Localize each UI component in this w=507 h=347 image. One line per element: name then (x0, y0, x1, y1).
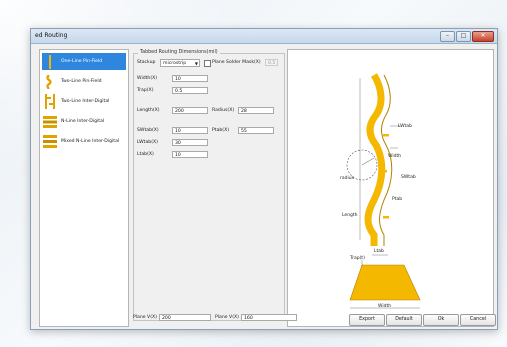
width-diagram-label: Width (388, 153, 401, 159)
tab-bottom (383, 216, 389, 219)
maximize-button[interactable]: □ (456, 31, 471, 42)
plane-v2-field[interactable]: 160 (241, 314, 297, 321)
list-item-n-line-inter-digital[interactable]: N-Line Inter-Digital (42, 113, 126, 130)
lwtab-label: LWtab(X) (137, 140, 158, 145)
ptab-label: Ptab(X) (212, 128, 230, 133)
plane-solder-mask-label: Plane Solder Mask(X) (212, 60, 261, 65)
list-item-two-line-inter-digital[interactable]: Two-Line Inter-Digital (42, 93, 126, 110)
two-line-inter-digital-icon (42, 94, 58, 109)
plane-v2-label: Plane V(X) (215, 315, 239, 320)
list-item-label: One-Line Pin-Field (61, 59, 103, 64)
routing-type-list: One-Line Pin-Field Two-Line Pin-Field Tw… (39, 49, 129, 327)
radius-label: Radius(X) (212, 108, 235, 113)
routing-diagram: LWtab Width SWtab radius Ptab Length Lta… (340, 73, 421, 309)
list-item-label: N-Line Inter-Digital (61, 119, 105, 124)
list-item-mixed-n-line-inter-digital[interactable]: Mixed N-Line Inter-Digital (42, 133, 126, 150)
stackup-value: microstrip (163, 61, 187, 66)
dimensions-group: Tabbed Routing Dimensions(mil) Stackup m… (133, 50, 285, 321)
swtab-diagram-label: SWtab (401, 174, 416, 180)
length-diagram-label: Length (342, 212, 358, 218)
swtab-label: SWtab(X) (137, 128, 159, 133)
tab-middle (381, 170, 387, 173)
trap-label: Trap(X) (137, 88, 154, 93)
trapezoid-cross-section (349, 264, 421, 301)
list-item-label: Two-Line Inter-Digital (61, 99, 110, 104)
one-line-pin-field-icon (42, 54, 58, 69)
chevron-down-icon: ▼ (194, 61, 198, 66)
ok-button[interactable]: Ok (423, 314, 459, 326)
ptab-field[interactable]: 55 (238, 127, 274, 134)
list-item-label: Two-Line Pin-Field (61, 79, 102, 84)
width-field[interactable]: 10 (172, 75, 208, 82)
tab-top (383, 134, 389, 137)
tabbed-routing-dialog: ed Routing – □ ✕ One-Line Pin-Field Two-… (30, 28, 498, 330)
n-line-inter-digital-icon (42, 114, 58, 129)
trap-field[interactable]: 0.5 (172, 87, 208, 94)
routing-diagram-panel: LWtab Width SWtab radius Ptab Length Lta… (287, 49, 494, 327)
default-button[interactable]: Default (386, 314, 422, 326)
close-button[interactable]: ✕ (472, 31, 494, 42)
stackup-label: Stackup (137, 60, 156, 65)
width-label: Width(X) (137, 76, 158, 81)
list-item-label: Mixed N-Line Inter-Digital (61, 139, 120, 144)
radius-field[interactable]: 28 (238, 107, 274, 114)
mixed-n-line-inter-digital-icon (42, 134, 58, 149)
cancel-button[interactable]: Cancel (460, 314, 496, 326)
trap-diagram-label: Trap(t) (349, 255, 365, 261)
list-item-two-line-pin-field[interactable]: Two-Line Pin-Field (42, 73, 126, 90)
ltab-diagram-label: Ltab (374, 248, 384, 254)
stackup-select[interactable]: microstrip ▼ (160, 59, 200, 67)
swtab-field[interactable]: 10 (172, 127, 208, 134)
ltab-field[interactable]: 10 (172, 151, 208, 158)
plane-v1-field[interactable]: 200 (159, 314, 211, 321)
lwtab-diagram-label: LWtab (398, 123, 412, 129)
title-bar: ed Routing – □ ✕ (31, 29, 497, 44)
export-button[interactable]: Export (349, 314, 385, 326)
plane-solder-mask-checkbox[interactable] (204, 60, 211, 67)
radius-diagram-label: radius (340, 175, 355, 181)
two-line-pin-field-icon (42, 74, 58, 89)
ltab-label: Ltab(X) (137, 152, 154, 157)
plane-v1-label: Plane V(X) (133, 315, 157, 320)
group-title: Tabbed Routing Dimensions(mil) (138, 50, 220, 55)
ptab-diagram-label: Ptab (392, 196, 402, 202)
width-bottom-diagram-label: Width (378, 303, 391, 309)
list-item-one-line-pin-field[interactable]: One-Line Pin-Field (42, 53, 126, 70)
lwtab-field[interactable]: 30 (172, 139, 208, 146)
window-title: ed Routing (35, 32, 68, 39)
length-label: Length(X) (137, 108, 160, 113)
plane-solder-mask-field[interactable]: 0.5 (265, 59, 278, 66)
length-field[interactable]: 200 (172, 107, 208, 114)
radius-line (361, 157, 375, 166)
window-controls: – □ ✕ (440, 31, 494, 42)
minimize-button[interactable]: – (440, 31, 455, 42)
